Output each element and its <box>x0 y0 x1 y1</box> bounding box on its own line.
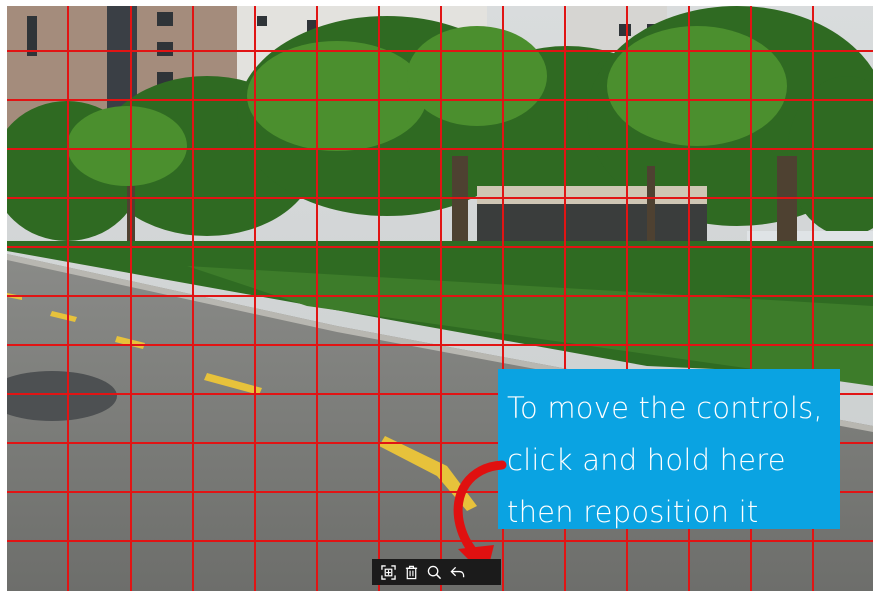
back-button[interactable] <box>449 564 465 580</box>
instruction-line: To move the controls, <box>507 391 823 425</box>
fit-to-screen-button[interactable] <box>380 564 396 580</box>
drag-handle[interactable] <box>474 562 486 582</box>
fit-to-screen-icon <box>380 564 396 580</box>
back-icon <box>449 566 464 577</box>
playback-control-bar[interactable] <box>372 559 501 585</box>
delete-icon <box>405 565 417 579</box>
delete-button[interactable] <box>403 564 419 580</box>
instruction-line: click and hold here <box>507 443 786 477</box>
instruction-callout: To move the controls, click and hold her… <box>498 369 840 529</box>
zoom-button[interactable] <box>426 564 442 580</box>
instruction-line: then reposition it <box>507 495 759 529</box>
zoom-icon <box>427 565 441 579</box>
